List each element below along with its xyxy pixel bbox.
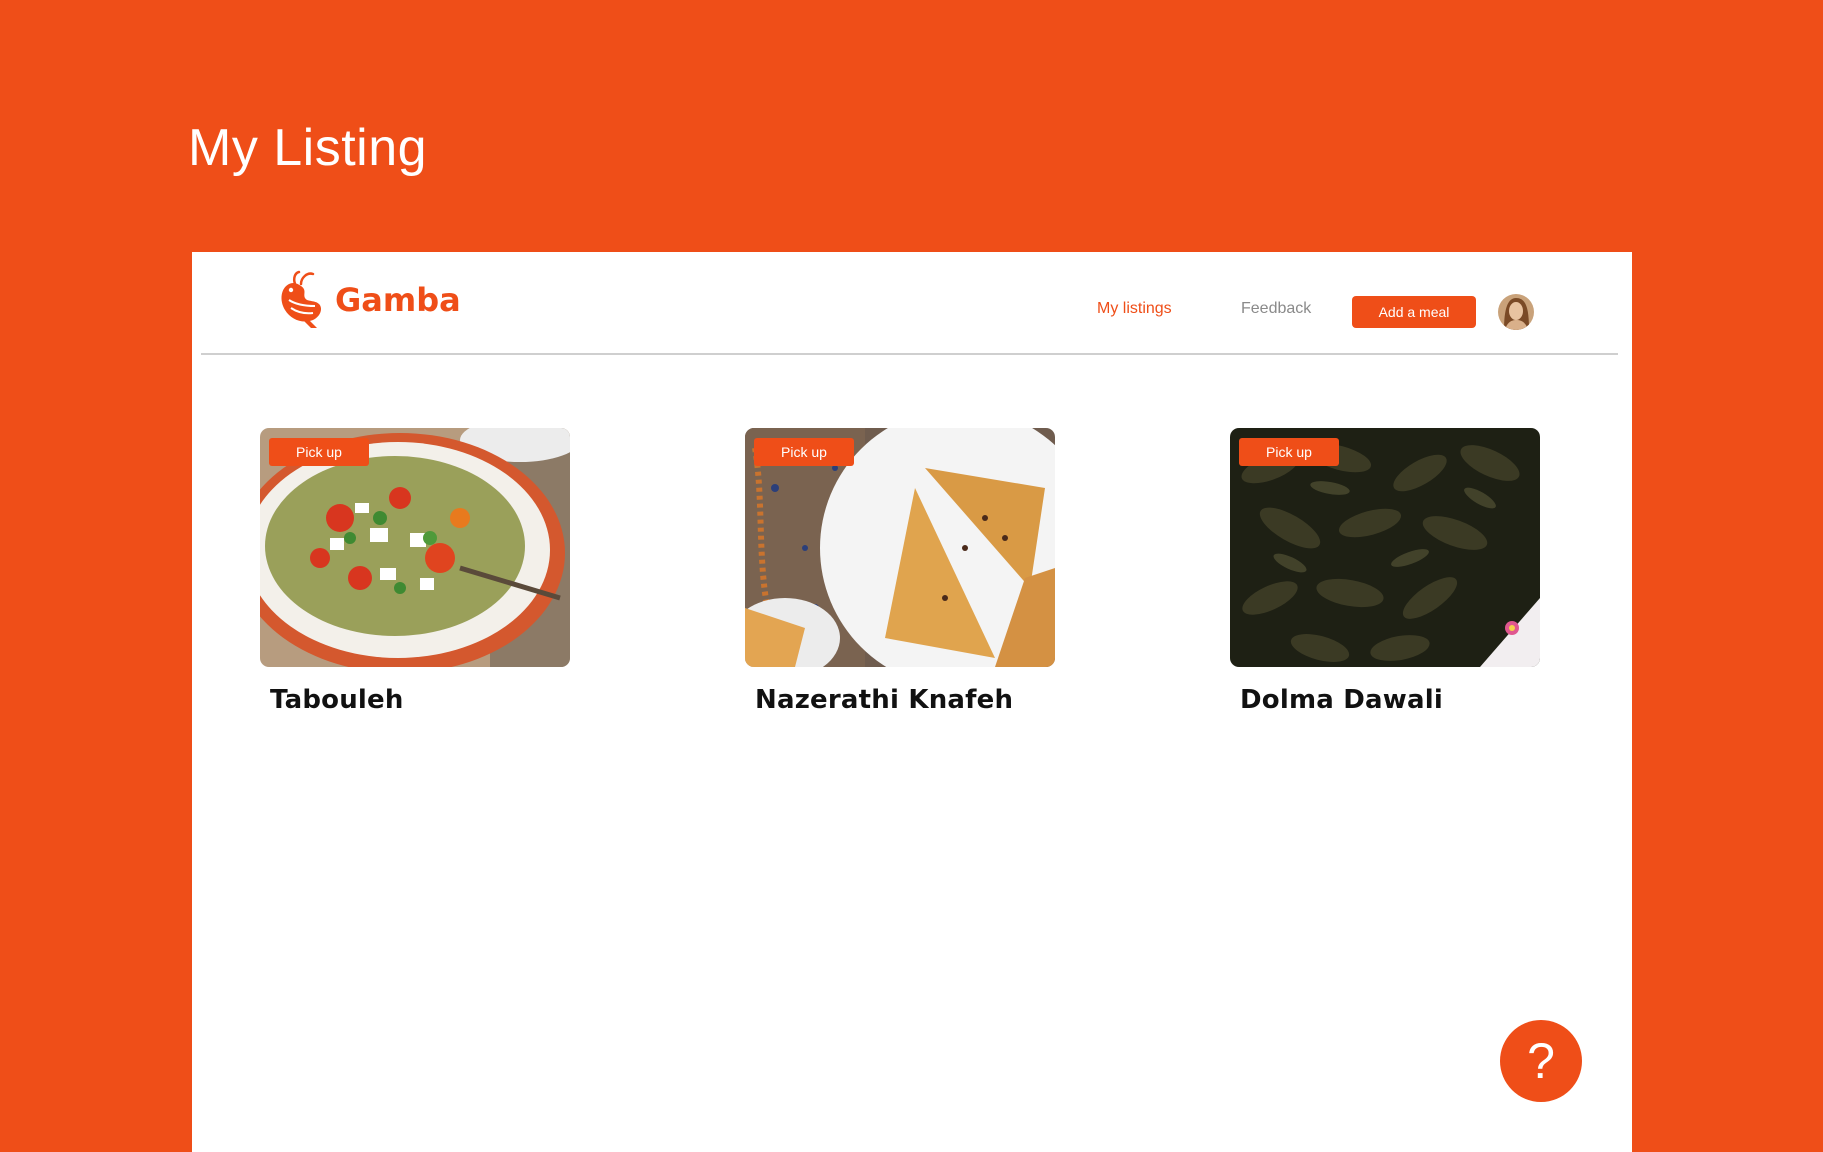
meal-image[interactable]: Pick up <box>1230 428 1540 667</box>
pickup-badge: Pick up <box>1239 438 1339 466</box>
meal-title[interactable]: Dolma Dawali <box>1240 685 1540 715</box>
meal-title[interactable]: Tabouleh <box>270 685 570 715</box>
meal-card[interactable]: Pick up Tabouleh <box>260 428 570 715</box>
brand[interactable]: Gamba <box>277 270 461 330</box>
nav-feedback[interactable]: Feedback <box>1241 300 1311 318</box>
avatar[interactable] <box>1498 294 1534 330</box>
nav-my-listings[interactable]: My listings <box>1097 300 1172 318</box>
app-window: Gamba My listings Feedback Add a meal Pi… <box>192 252 1632 1152</box>
user-avatar-icon <box>1498 294 1534 330</box>
page-title: My Listing <box>188 119 428 177</box>
pickup-badge: Pick up <box>754 438 854 466</box>
meal-title[interactable]: Nazerathi Knafeh <box>755 685 1055 715</box>
meal-card[interactable]: Pick up Dolma Dawali <box>1230 428 1540 715</box>
shrimp-logo-icon <box>281 270 321 328</box>
help-button[interactable]: ? <box>1500 1020 1582 1102</box>
meal-card[interactable]: Pick up Nazerathi Knafeh <box>745 428 1055 715</box>
pickup-badge: Pick up <box>269 438 369 466</box>
meal-image[interactable]: Pick up <box>260 428 570 667</box>
add-meal-button[interactable]: Add a meal <box>1352 296 1476 328</box>
top-navbar: Gamba My listings Feedback Add a meal <box>201 252 1618 355</box>
brand-name: Gamba <box>335 281 461 319</box>
meal-image[interactable]: Pick up <box>745 428 1055 667</box>
